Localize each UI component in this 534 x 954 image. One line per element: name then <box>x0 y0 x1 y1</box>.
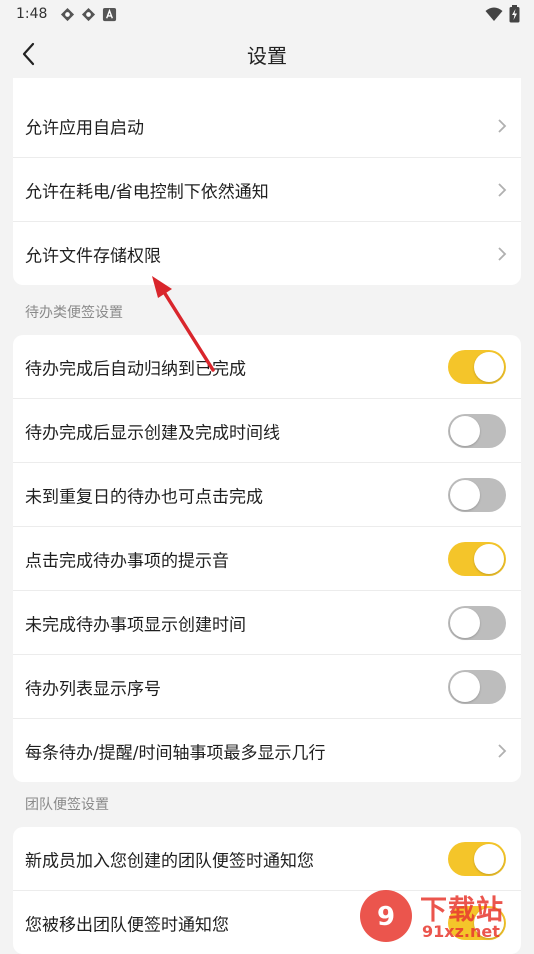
chevron-right-icon <box>498 182 507 197</box>
setting-row-auto-archive[interactable]: 待办完成后自动归纳到已完成 <box>13 335 521 399</box>
toggle-knob <box>450 415 480 446</box>
setting-row-auto-start[interactable]: 允许应用自启动 <box>13 94 521 158</box>
wifi-icon <box>485 7 503 21</box>
toggle-switch[interactable] <box>448 477 506 512</box>
setting-row-repeat-complete[interactable]: 未到重复日的待办也可点击完成 <box>13 463 521 527</box>
setting-label: 您被移出团队便签时通知您 <box>25 915 229 935</box>
status-bar: 1:48 <box>0 0 534 30</box>
setting-label: 待办列表显示序号 <box>25 679 161 699</box>
setting-label: 每条待办/提醒/时间轴事项最多显示几行 <box>25 743 326 763</box>
watermark-domain: 91xz.net <box>422 922 500 941</box>
todo-settings-card: 待办完成后自动归纳到已完成 待办完成后显示创建及完成时间线 未到重复日的待办也可… <box>13 335 521 782</box>
toggle-switch[interactable] <box>448 841 506 876</box>
setting-label: 未完成待办事项显示创建时间 <box>25 615 246 635</box>
card-edge <box>13 78 521 94</box>
svg-text:9: 9 <box>377 902 395 932</box>
toggle-knob <box>450 607 480 638</box>
toggle-knob <box>474 843 504 874</box>
app-notification-icon <box>81 7 96 22</box>
permissions-card: 允许应用自启动 允许在耗电/省电控制下依然通知 允许文件存储权限 <box>13 94 521 285</box>
toggle-switch[interactable] <box>448 669 506 704</box>
setting-label: 未到重复日的待办也可点击完成 <box>25 487 263 507</box>
setting-row-member-join[interactable]: 新成员加入您创建的团队便签时通知您 <box>13 827 521 891</box>
setting-row-file-storage[interactable]: 允许文件存储权限 <box>13 222 521 285</box>
battery-icon <box>509 5 520 23</box>
toggle-knob <box>450 479 480 510</box>
toggle-knob <box>450 671 480 702</box>
toggle-knob <box>474 351 504 382</box>
page-title: 设置 <box>247 44 287 68</box>
chevron-right-icon <box>498 118 507 133</box>
chevron-right-icon <box>498 743 507 758</box>
toggle-knob <box>474 543 504 574</box>
toggle-switch[interactable] <box>448 605 506 640</box>
setting-row-show-create-time[interactable]: 未完成待办事项显示创建时间 <box>13 591 521 655</box>
setting-label: 允许应用自启动 <box>25 118 144 138</box>
toggle-switch[interactable] <box>448 349 506 384</box>
toggle-switch[interactable] <box>448 541 506 576</box>
setting-label: 新成员加入您创建的团队便签时通知您 <box>25 851 314 871</box>
setting-row-power-notify[interactable]: 允许在耗电/省电控制下依然通知 <box>13 158 521 222</box>
a-icon <box>102 7 117 22</box>
setting-row-show-index[interactable]: 待办列表显示序号 <box>13 655 521 719</box>
setting-row-complete-sound[interactable]: 点击完成待办事项的提示音 <box>13 527 521 591</box>
app-header: 设置 <box>0 30 534 78</box>
toggle-switch[interactable] <box>448 413 506 448</box>
status-time: 1:48 <box>16 6 48 22</box>
app-notification-icon <box>60 7 75 22</box>
setting-row-max-lines[interactable]: 每条待办/提醒/时间轴事项最多显示几行 <box>13 719 521 782</box>
chevron-right-icon <box>498 246 507 261</box>
watermark-logo: 9 下载站 91xz.net <box>358 886 528 946</box>
section-title-team: 团队便签设置 <box>25 797 109 813</box>
setting-label: 允许文件存储权限 <box>25 246 161 266</box>
setting-label: 点击完成待办事项的提示音 <box>25 551 229 571</box>
setting-label: 允许在耗电/省电控制下依然通知 <box>25 182 269 202</box>
setting-label: 待办完成后显示创建及完成时间线 <box>25 423 280 443</box>
setting-label: 待办完成后自动归纳到已完成 <box>25 359 246 379</box>
setting-row-timeline[interactable]: 待办完成后显示创建及完成时间线 <box>13 399 521 463</box>
section-title-todo: 待办类便签设置 <box>25 305 123 321</box>
